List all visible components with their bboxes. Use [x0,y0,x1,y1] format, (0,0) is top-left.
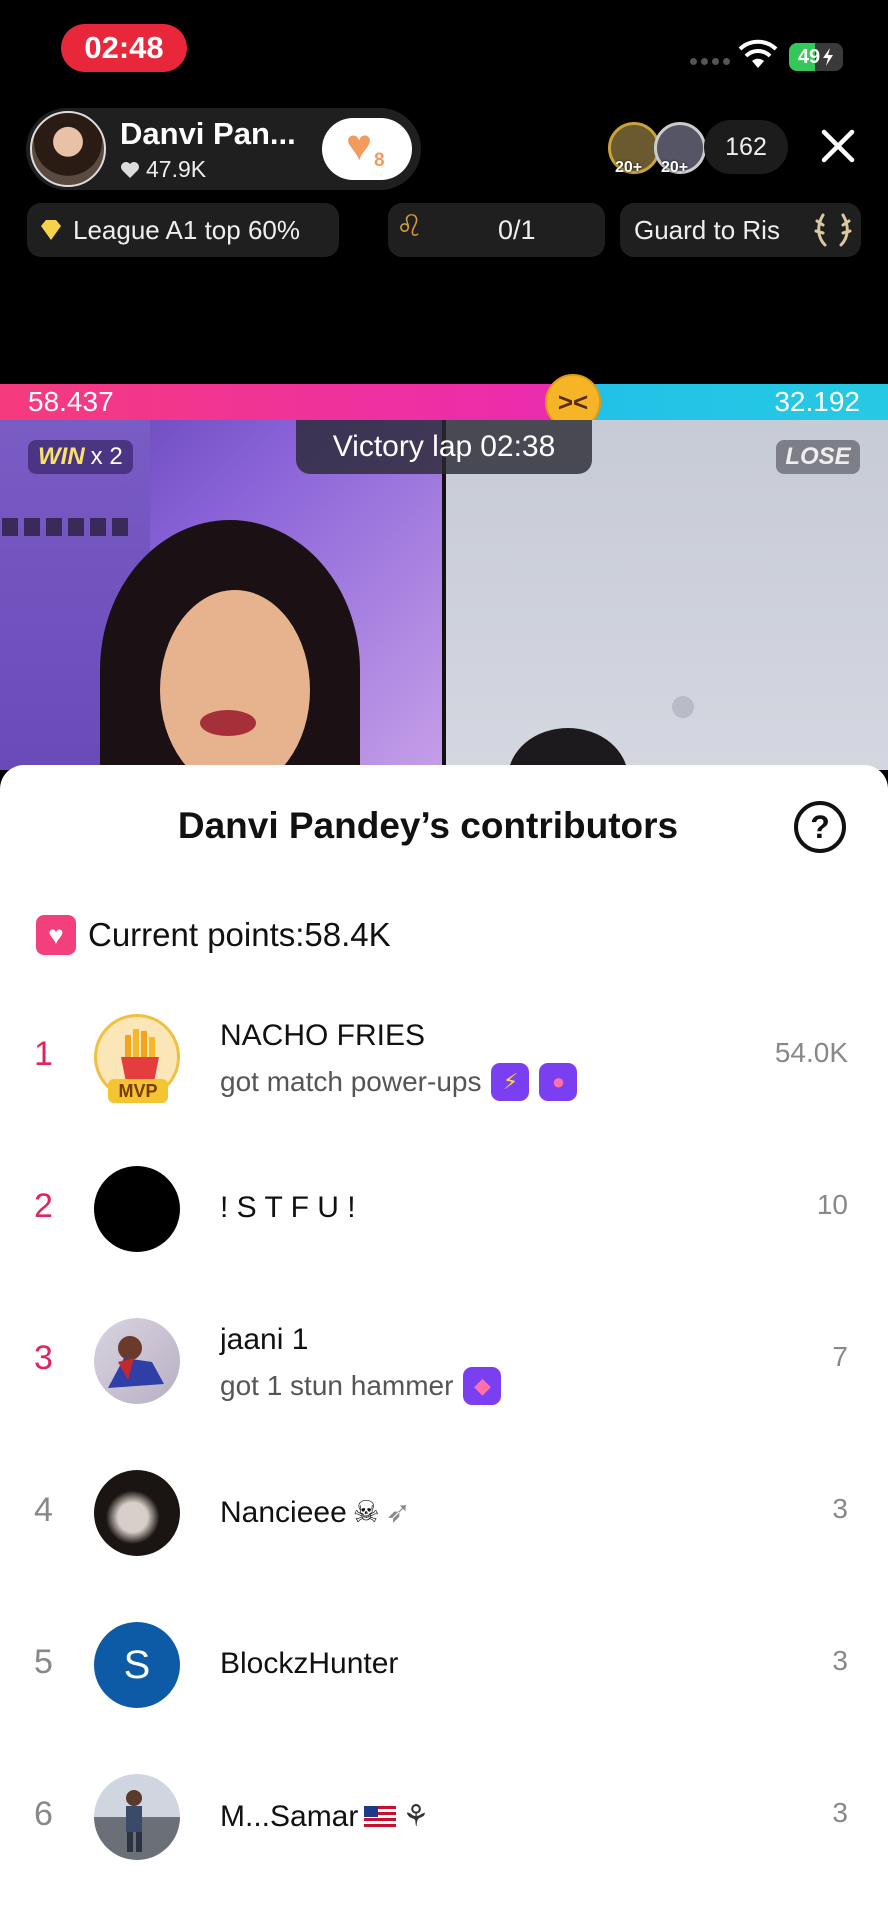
charging-bolt-icon [823,48,834,66]
contributor-subtitle: got 1 stun hammer ◆ [220,1367,502,1405]
contributor-score: 3 [832,1493,848,1524]
skull-triangle-icon: ☠ [352,1496,380,1529]
contributor-subtitle: got match power-ups ⚡ ● [220,1063,578,1101]
contributor-rank: 4 [34,1491,53,1529]
battle-left-score: 58.437 [28,386,114,417]
contributor-avatar[interactable] [94,1470,180,1556]
contributor-name-text: M...Samar [220,1799,359,1833]
battle-timer: Victory lap 02:38 [296,420,592,474]
league-chip[interactable]: League A1 top 60% [27,203,339,257]
help-icon[interactable]: ? [794,801,846,853]
contributor-rank: 2 [34,1187,53,1225]
host-likes: 47.9K [120,156,206,183]
contributor-row[interactable]: 1 MVP NACHO FRIES got match power-ups ⚡ … [0,997,888,1117]
contributor-avatar[interactable]: S [94,1622,180,1708]
lose-badge: LOSE [776,440,860,474]
battery-percent: 49 [797,45,821,68]
contributor-score: 3 [832,1797,848,1828]
timer-label: Victory lap [332,430,473,463]
battery-indicator: 49 [789,43,843,71]
gift-goal-chip[interactable]: ♌ 0/1 [388,203,605,257]
person-photo [108,1336,164,1388]
contributor-avatar[interactable] [94,1774,180,1860]
contributor-rank: 6 [34,1795,53,1833]
gift-box-icon: ♥ [36,915,76,955]
status-time: 02:48 [61,24,187,72]
host-likes-count: 47.9K [146,156,207,182]
glove-powerup-icon: ● [539,1063,578,1101]
contributor-name: M...Samar ⚘ [220,1799,429,1834]
contributor-name: ! S T F U ! [220,1191,356,1224]
contributor-score: 54.0K [774,1037,848,1068]
gift-progress: 0/1 [498,215,536,245]
contributor-name-text: Nancieee [220,1495,347,1529]
rocket-icon: ➶ [385,1496,411,1529]
contributor-score: 7 [832,1341,848,1372]
contributor-rank: 5 [34,1643,53,1681]
lightning-powerup-icon: ⚡ [491,1063,530,1101]
contributor-subtitle-text: got 1 stun hammer [220,1370,454,1401]
follow-heart-icon: ♥ [346,121,373,170]
contributor-name: BlockzHunter [220,1647,399,1680]
wall-frames [2,518,128,536]
heart-icon [121,161,139,178]
host-name: Danvi Pan... [120,116,296,151]
host-profile-pill[interactable]: Danvi Pan... 47.9K ♥ 8 [26,108,421,190]
timer-value: 02:38 [480,430,556,463]
current-points: Current points:58.4K [88,916,391,953]
contributor-score: 10 [816,1189,848,1220]
top-viewer-avatar-2[interactable]: 20+ [654,122,706,176]
follow-button[interactable]: ♥ 8 [322,118,412,180]
viewer-count[interactable]: 162 [704,120,788,174]
contributor-row[interactable]: 3 jaani 1 got 1 stun hammer ◆ 7 [0,1301,888,1421]
contributor-avatar[interactable] [94,1318,180,1404]
contributor-row[interactable]: 6 M...Samar ⚘ 3 [0,1757,888,1877]
panel-title: Danvi Pandey’s contributors [177,805,679,846]
current-points-row: ♥ Current points:58.4K [36,915,391,955]
guard-chip[interactable]: Guard to Ris [620,203,861,257]
contributor-row[interactable]: 2 ! S T F U ! 10 [0,1149,888,1269]
viewer-level-badge: 20+ [615,159,643,176]
contributor-name: Nancieee ☠ ➶ [220,1495,411,1530]
contributor-row[interactable]: 4 Nancieee ☠ ➶ 3 [0,1453,888,1573]
guard-label: Guard to Ris [634,214,780,245]
battle-right-score: 32.192 [774,386,860,417]
top-viewer-avatar-1[interactable]: 20+ [608,122,660,176]
contributor-subtitle-text: got match power-ups [220,1066,482,1097]
contributor-avatar[interactable] [94,1166,180,1252]
contributor-rank: 1 [34,1035,53,1073]
opponent-head [508,728,628,770]
contributor-score: 3 [832,1645,848,1676]
close-icon[interactable] [816,124,860,168]
viewer-level-badge: 20+ [661,159,689,176]
diamond-icon [41,220,61,240]
stun-hammer-icon: ◆ [463,1367,502,1405]
antler-icon [814,213,852,247]
battle-score-bar [0,384,888,420]
contributor-name: jaani 1 [220,1323,309,1356]
wifi-icon [738,39,778,68]
win-label: WIN [38,443,85,470]
cellular-signal-icon [690,58,730,65]
us-flag-icon [364,1805,397,1828]
league-label: League A1 top 60% [73,214,300,245]
host-avatar[interactable] [30,111,106,187]
mvp-badge: MVP [108,1079,168,1103]
follow-badge-count: 8 [374,150,385,171]
contributor-rank: 3 [34,1339,53,1377]
contributor-row[interactable]: 5 S BlockzHunter 3 [0,1605,888,1725]
win-badge: WIN x 2 [28,440,133,474]
lion-gift-icon: ♌ [396,210,423,243]
win-multiplier: x 2 [90,443,123,470]
contributors-panel: Danvi Pandey’s contributors ? ♥ Current … [0,765,888,1920]
contributor-name: NACHO FRIES [220,1019,426,1052]
person-photo [126,1790,142,1852]
eagle-icon: ⚘ [402,1800,430,1833]
battery-label: 49 [789,43,843,71]
ceiling-light [672,696,694,718]
host-mouth [200,710,256,736]
